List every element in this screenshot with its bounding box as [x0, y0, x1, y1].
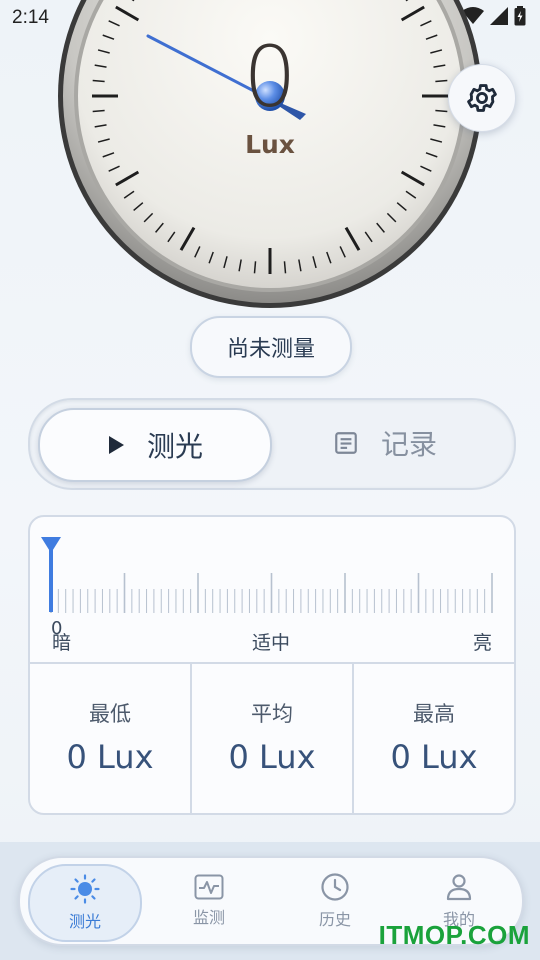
stat-min: 最低 0 Lux: [30, 664, 192, 813]
light-scale: 0 暗 适中 亮: [30, 517, 514, 662]
mode-toggle: 测光 记录: [28, 398, 516, 490]
gauge-tick: [253, 261, 257, 274]
records-tab[interactable]: 记录: [270, 408, 500, 478]
scale-label-mid: 适中: [252, 632, 291, 654]
light-stats-panel: 0 暗 适中 亮 最低 0 Lux 平均 0 Lux 最高 0 Lux: [28, 515, 516, 815]
lux-gauge: 0 Lux: [0, 0, 540, 320]
stat-max-value: 0 Lux: [390, 738, 478, 776]
site-watermark: ITMOP.COM: [378, 920, 530, 950]
gauge-tick: [283, 261, 287, 274]
stat-min-value: 0 Lux: [66, 738, 154, 776]
measure-tab-label: 测光: [146, 430, 203, 463]
measure-tab[interactable]: 测光: [38, 408, 272, 482]
settings-button[interactable]: [448, 64, 516, 132]
nav-label-measure: 测光: [68, 912, 101, 931]
sun-icon: [70, 874, 100, 904]
clock-icon: [321, 873, 349, 901]
measure-status-pill: 尚未测量: [190, 316, 352, 378]
scale-label-bright: 亮: [473, 632, 493, 654]
nav-label-history: 历史: [318, 910, 351, 929]
play-icon: [108, 436, 124, 454]
pulse-icon: [194, 874, 224, 900]
stat-max-label: 最高: [413, 702, 455, 726]
stats-row: 最低 0 Lux 平均 0 Lux 最高 0 Lux: [30, 662, 514, 813]
nav-item-monitor[interactable]: 监测: [154, 864, 264, 938]
records-tab-label: 记录: [380, 428, 437, 461]
nav-label-monitor: 监测: [192, 908, 225, 927]
stat-max: 最高 0 Lux: [354, 664, 514, 813]
document-icon: [335, 432, 357, 454]
nav-item-history[interactable]: 历史: [280, 864, 390, 938]
stat-avg: 平均 0 Lux: [192, 664, 354, 813]
person-icon: [446, 874, 472, 901]
gear-icon: [467, 84, 497, 112]
nav-item-measure[interactable]: 测光: [28, 864, 142, 942]
scale-label-dark: 暗: [52, 632, 72, 654]
stat-min-label: 最低: [89, 702, 131, 726]
gauge-unit: Lux: [245, 130, 295, 159]
measure-status-text: 尚未测量: [226, 337, 315, 362]
stat-avg-label: 平均: [251, 702, 293, 726]
scale-indicator-marker: [41, 537, 61, 553]
stat-avg-value: 0 Lux: [228, 738, 316, 776]
